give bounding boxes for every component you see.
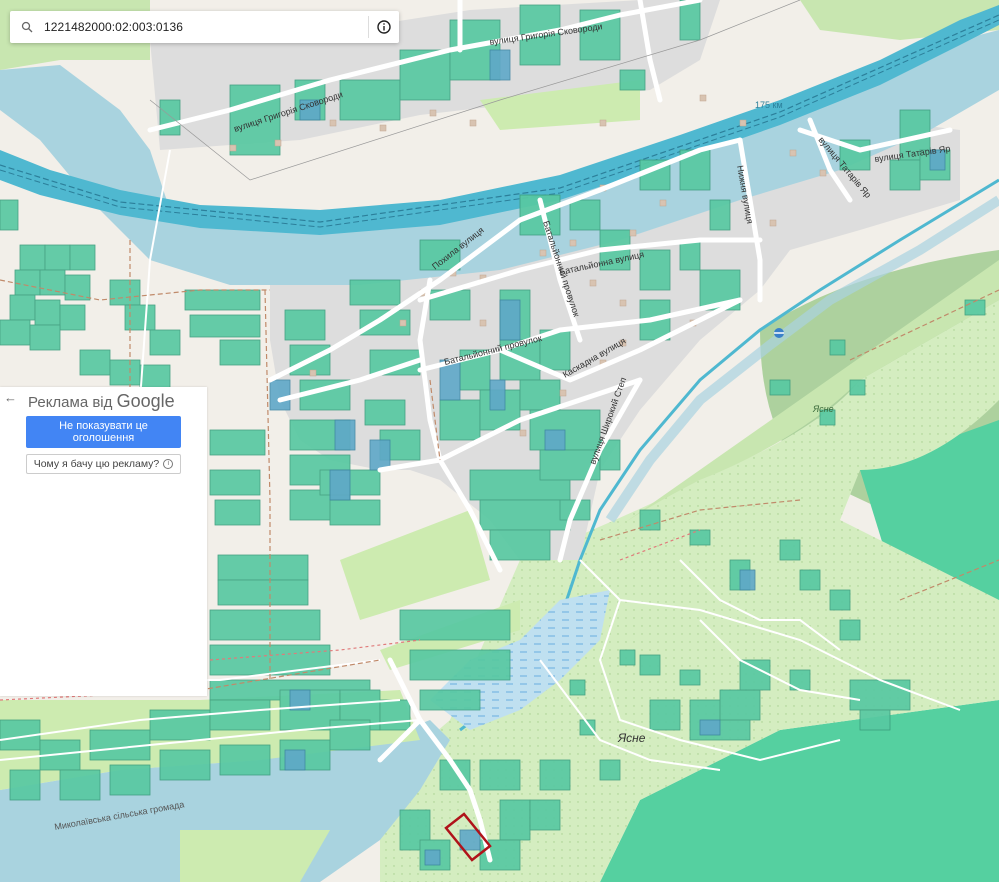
- cadastral-search-box[interactable]: 1221482000:02:003:0136: [10, 11, 399, 43]
- km-marker-label: 175 км: [755, 100, 783, 110]
- search-input[interactable]: 1221482000:02:003:0136: [44, 20, 368, 34]
- why-ad-button[interactable]: Чому я бачу цю рекламу? i: [26, 454, 181, 474]
- ad-title-prefix: Реклама від: [28, 394, 113, 411]
- info-icon[interactable]: [369, 11, 399, 43]
- place-label: Ясне: [812, 404, 834, 414]
- hide-ad-button[interactable]: Не показувати це оголошення: [26, 416, 181, 448]
- why-ad-label: Чому я бачу цю рекламу?: [33, 458, 160, 470]
- google-ad-panel: ← Реклама від Google Не показувати це ог…: [0, 387, 207, 696]
- lock-gate-icon: [774, 328, 784, 338]
- place-label: Ясне: [617, 731, 646, 745]
- search-icon[interactable]: [10, 11, 44, 43]
- info-small-icon: i: [163, 459, 174, 469]
- google-logo: Google: [116, 391, 175, 411]
- back-arrow-icon[interactable]: ←: [4, 390, 17, 405]
- ad-title: Реклама від Google: [28, 391, 175, 412]
